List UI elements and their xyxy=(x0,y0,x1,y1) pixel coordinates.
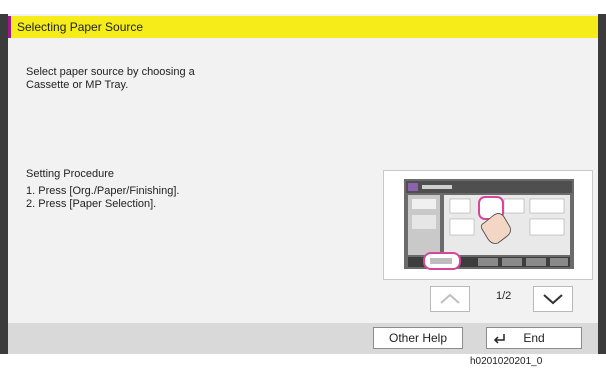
page-title: Selecting Paper Source xyxy=(17,20,144,34)
title-bar: Selecting Paper Source xyxy=(8,16,598,38)
description-line-2: Cassette or MP Tray. xyxy=(26,79,129,91)
chevron-down-icon xyxy=(543,294,563,305)
chevron-up-icon xyxy=(440,293,460,304)
end-button[interactable]: End xyxy=(486,327,582,349)
page-down-button[interactable] xyxy=(533,286,573,312)
other-help-button[interactable]: Other Help xyxy=(373,327,463,349)
top-edge xyxy=(0,0,606,14)
page-up-button[interactable] xyxy=(430,286,470,312)
description-line-1: Select paper source by choosing a xyxy=(26,66,195,78)
footer-code: h0201020201_0 xyxy=(470,356,543,367)
procedure-step-2: 2. Press [Paper Selection]. xyxy=(26,198,157,210)
procedure-illustration xyxy=(383,170,593,280)
procedure-step-1: 1. Press [Org./Paper/Finishing]. xyxy=(26,185,180,197)
procedure-heading: Setting Procedure xyxy=(26,168,115,180)
other-help-label: Other Help xyxy=(388,331,448,345)
return-arrow-icon xyxy=(493,334,505,344)
page-indicator: 1/2 xyxy=(496,290,512,302)
left-frame xyxy=(0,14,8,354)
touch-panel-illustration xyxy=(404,179,574,270)
right-frame xyxy=(598,14,606,354)
end-label: End xyxy=(523,331,545,345)
